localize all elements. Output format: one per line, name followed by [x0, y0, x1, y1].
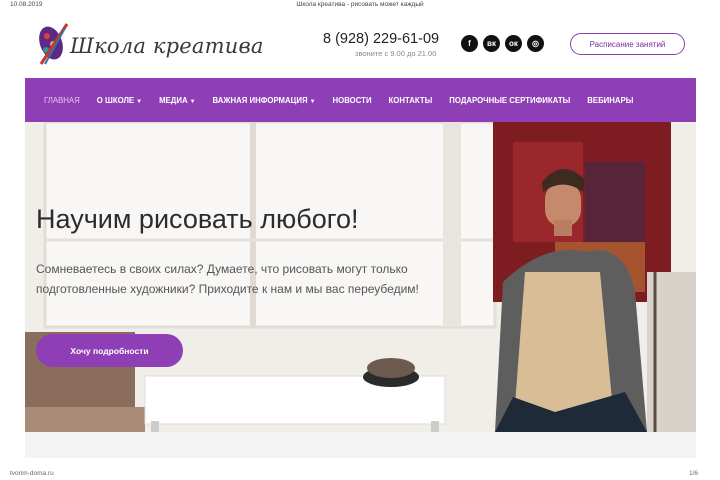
social-links: f вк ок ◎	[461, 35, 544, 52]
nav-item-label: ВЕБИНАРЫ	[587, 95, 634, 105]
nav-item-label: КОНТАКТЫ	[388, 95, 433, 105]
logo[interactable]: Школа креатива	[37, 18, 263, 68]
nav-item-contacts[interactable]: КОНТАКТЫ	[389, 96, 433, 105]
nav-item-label: ГЛАВНАЯ	[44, 95, 80, 105]
logo-text: Школа креатива	[70, 34, 264, 58]
call-hours: звоните с 9.00 до 21.00	[355, 49, 437, 58]
nav-item-label: МЕДИА	[159, 95, 188, 105]
nav-item-about[interactable]: О ШКОЛЕ ▼	[97, 96, 142, 105]
schedule-button[interactable]: Расписание занятий	[570, 33, 685, 55]
nav-item-label: О ШКОЛЕ	[96, 95, 135, 105]
caret-down-icon: ▼	[189, 98, 196, 105]
learn-more-button[interactable]: Хочу подробности	[36, 334, 183, 367]
instagram-icon[interactable]: ◎	[527, 35, 544, 52]
site-header: Школа креатива 8 (928) 229-61-09 звоните…	[25, 12, 696, 74]
nav-item-important-info[interactable]: ВАЖНАЯ ИНФОРМАЦИЯ ▼	[213, 96, 316, 105]
vk-icon[interactable]: вк	[483, 35, 500, 52]
print-footer: tvorim-doma.ru 1/6	[0, 470, 720, 480]
hero-banner: Научим рисовать любого! Сомневаетесь в с…	[25, 122, 696, 432]
main-navigation: ГЛАВНАЯ О ШКОЛЕ ▼ МЕДИА ▼ ВАЖНАЯ ИНФОРМАЦИ…	[25, 78, 696, 122]
nav-item-label: ПОДАРОЧНЫЕ СЕРТИФИКАТЫ	[449, 95, 571, 105]
facebook-icon[interactable]: f	[461, 35, 478, 52]
caret-down-icon: ▼	[309, 98, 316, 105]
nav-item-label: ВАЖНАЯ ИНФОРМАЦИЯ	[212, 95, 308, 105]
page-counter: 1/6	[688, 470, 698, 477]
nav-item-media[interactable]: МЕДИА ▼	[159, 96, 195, 105]
print-header: 10.08.2019 Школа креатива - рисовать мож…	[0, 0, 720, 10]
nav-item-home[interactable]: ГЛАВНАЯ	[44, 96, 80, 105]
nav-item-gift-certificates[interactable]: ПОДАРОЧНЫЕ СЕРТИФИКАТЫ	[449, 96, 570, 105]
section-strip	[25, 432, 696, 458]
phone-number[interactable]: 8 (928) 229-61-09	[323, 31, 439, 47]
hero-description: Сомневаетесь в своих силах? Думаете, что…	[36, 262, 419, 296]
palette-brush-icon	[39, 23, 69, 65]
hero-title: Научим рисовать любого!	[36, 204, 359, 234]
print-site: tvorim-doma.ru	[10, 470, 54, 477]
nav-item-webinars[interactable]: ВЕБИНАРЫ	[587, 96, 633, 105]
nav-item-label: НОВОСТИ	[332, 95, 372, 105]
odnoklassniki-icon[interactable]: ок	[505, 35, 522, 52]
caret-down-icon: ▼	[136, 98, 143, 105]
print-page-title: Школа креатива - рисовать может каждый	[296, 1, 424, 8]
nav-item-news[interactable]: НОВОСТИ	[333, 96, 372, 105]
